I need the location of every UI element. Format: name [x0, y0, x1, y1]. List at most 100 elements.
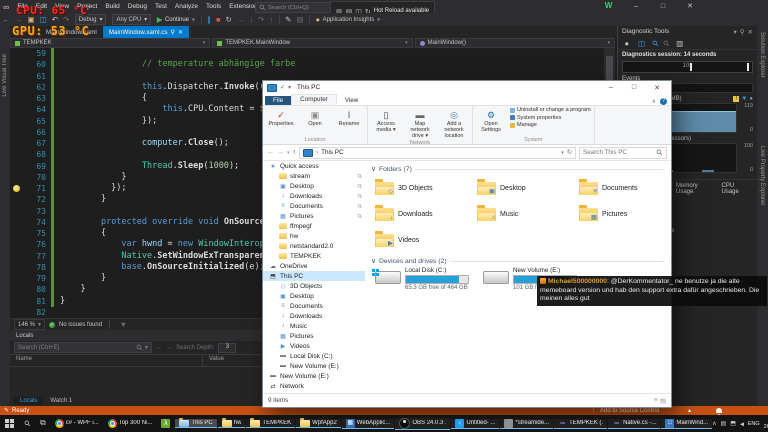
nav-item-downloads[interactable]: ↓ Downloads [263, 311, 365, 321]
taskbar-app-c-wpf-i-[interactable]: c# - WPF i... [51, 418, 103, 429]
taskbar-app-tempkek[interactable]: TEMPKEK [246, 418, 296, 428]
taskbar-app-mainwind-[interactable]: □ MainWind... [661, 418, 713, 429]
app-insights-caret-icon[interactable]: ▾ [374, 15, 383, 24]
breakpoint-margin[interactable] [10, 116, 24, 127]
address-caret-icon[interactable]: ▾ [561, 150, 564, 156]
breakpoint-margin[interactable] [10, 71, 24, 82]
taskbar-app-this-pc[interactable]: This PC [175, 418, 217, 428]
vs-minimize-button[interactable]: – [625, 0, 647, 13]
tab-solution-explorer[interactable]: Solution Explorer [759, 32, 765, 78]
folder-tile-desktop[interactable]: ▣ Desktop [477, 175, 579, 201]
clock[interactable]: 19:41 26/05/2020 [764, 417, 768, 430]
account-badge[interactable]: W [603, 1, 614, 12]
refresh-icon[interactable]: ↻ [567, 149, 572, 156]
timeline-handle[interactable] [746, 63, 749, 71]
breakpoint-margin[interactable] [10, 206, 24, 217]
pause-icon[interactable]: ∥ [205, 15, 214, 24]
lightbulb-icon[interactable] [13, 185, 20, 192]
nav-item-documents[interactable]: ≡ Documents ⚲ [263, 201, 365, 211]
nav-item-netstandard2-0[interactable]: netstandard2.0 [263, 241, 365, 251]
nav-item-this-pc[interactable]: ⬒ This PC [263, 271, 365, 281]
ribbon-tab-file[interactable]: File [265, 96, 292, 105]
health-check-icon[interactable]: ✓ [49, 321, 56, 328]
nav-item-music[interactable]: ♪ Music [263, 321, 365, 331]
ribbon-button[interactable]: ✓ Properties [266, 107, 296, 127]
nav-item-onedrive[interactable]: ☁ OneDrive [263, 261, 365, 271]
report-icon[interactable]: ▥ [674, 39, 686, 48]
document-tab[interactable]: MainWindow.xaml.cs ⚲ ✕ [102, 26, 189, 38]
network-icon[interactable]: ⬒ [730, 420, 736, 427]
member-dropdown[interactable]: MainWindow() ▾ [414, 38, 615, 48]
forward-icon[interactable]: → [277, 149, 284, 156]
breakpoint-margin[interactable] [10, 194, 24, 205]
menu-tools[interactable]: Tools [202, 3, 225, 10]
folders-group-header[interactable]: ∨ Folders (7) [371, 165, 665, 173]
tray-app-icon[interactable]: ▤ [721, 420, 727, 427]
breakpoint-margin[interactable] [10, 284, 24, 295]
menu-debug[interactable]: Debug [124, 3, 151, 10]
ribbon-small-button[interactable]: Manage [510, 122, 591, 128]
folder-tile-documents[interactable]: ≡ Documents [579, 175, 669, 201]
up-icon[interactable]: ↑ [293, 149, 297, 156]
folder-tile-videos[interactable]: ▶ Videos [375, 227, 477, 253]
nav-item-tempkek[interactable]: TEMPKEK [263, 251, 365, 261]
zoom-level-select[interactable]: 146 % ▾ [14, 319, 46, 330]
breakpoint-margin[interactable] [10, 161, 24, 172]
ribbon-button[interactable]: I Rename [334, 107, 364, 127]
taskbar-app-native-cs-[interactable]: ∞ Native.cs -... [608, 418, 661, 429]
recent-caret-icon[interactable]: ▾ [287, 150, 290, 156]
ribbon-button[interactable]: ▬ Map network drive ▾ [405, 107, 435, 139]
taskbar-app-hw[interactable]: hw [217, 418, 246, 428]
folder-tile-downloads[interactable]: ↓ Downloads [375, 201, 477, 227]
ribbon-small-button[interactable]: Uninstall or change a program [510, 107, 591, 113]
nav-item-ffmpegf[interactable]: ffmpegf [263, 221, 365, 231]
filter-icon[interactable]: ▼ [741, 96, 747, 102]
class-dropdown[interactable]: TEMPKEK.MainWindow ▾ [212, 38, 413, 48]
add-to-source-control-button[interactable]: Add to Source Control [600, 408, 659, 414]
breakpoint-margin[interactable] [10, 217, 24, 228]
ribbon-button[interactable]: ▣ Open [300, 107, 330, 127]
breakpoint-margin[interactable] [10, 93, 24, 104]
vs-close-button[interactable]: ✕ [679, 0, 701, 13]
stop-icon[interactable]: ■ [214, 15, 224, 24]
folder-tile-pictures[interactable]: ▦ Pictures [579, 201, 669, 227]
nav-item-desktop[interactable]: ▣ Desktop ⚲ [263, 181, 365, 191]
menu-test[interactable]: Test [151, 3, 171, 10]
breakpoint-margin[interactable] [10, 251, 24, 262]
nav-item-documents[interactable]: ≡ Documents [263, 301, 365, 311]
breakpoint-margin[interactable] [10, 48, 24, 59]
pin-icon[interactable]: ⚲ [740, 28, 745, 36]
breakpoint-margin[interactable] [10, 228, 24, 239]
folder-tile-3d-objects[interactable]: ◇ 3D Objects [375, 175, 477, 201]
menu-build[interactable]: Build [101, 3, 123, 10]
tab-live-property-explorer[interactable]: Live Property Explorer [759, 146, 765, 205]
nav-item-network[interactable]: ⇄ Network [263, 381, 365, 391]
ribbon-tab-computer[interactable]: Computer [291, 94, 337, 105]
details-view-icon[interactable]: ≡ [654, 397, 658, 405]
taskbar-app--streamide-[interactable]: *streamide... [500, 418, 554, 429]
nav-item-desktop[interactable]: ▣ Desktop [263, 291, 365, 301]
nav-item-stream[interactable]: stream ⚲ [263, 171, 365, 181]
address-bar[interactable]: › This PC ▾ ↻ [299, 146, 576, 159]
ribbon-collapse-icon[interactable]: ∧ [652, 98, 656, 105]
breakpoint-margin[interactable] [10, 262, 24, 273]
nav-item-pictures[interactable]: ▦ Pictures [263, 331, 365, 341]
vs-maximize-button[interactable]: □ [652, 0, 674, 13]
gc-warning-icon[interactable]: ! [733, 96, 740, 102]
zoom-out-icon[interactable] [663, 40, 670, 47]
continue-caret-icon[interactable]: ▾ [189, 15, 198, 24]
quick-access-caret-icon[interactable]: ▾ [288, 84, 291, 91]
diagnostics-timeline[interactable]: 10s [622, 61, 753, 73]
vs-search-input[interactable]: Search (Ctrl+Q) [255, 2, 335, 13]
explorer-maximize-button[interactable]: □ [624, 84, 644, 91]
ribbon-small-button[interactable]: System properties [510, 115, 591, 121]
tab-locals[interactable]: Locals [14, 396, 44, 405]
breakpoint-margin[interactable] [10, 149, 24, 160]
diag-tab-cpu-usage[interactable]: CPU Usage [721, 183, 753, 195]
step-into-icon[interactable]: ↓ [247, 15, 256, 24]
explorer-close-button[interactable]: ✕ [647, 84, 667, 92]
drives-group-header[interactable]: ∨ Devices and drives (2) [371, 257, 665, 265]
nav-item-downloads[interactable]: ↓ Downloads ⚲ [263, 191, 365, 201]
select-tool-icon[interactable]: ● [622, 39, 632, 48]
nav-item-local-disk-c-[interactable]: ▬ Local Disk (C:) [263, 351, 365, 361]
